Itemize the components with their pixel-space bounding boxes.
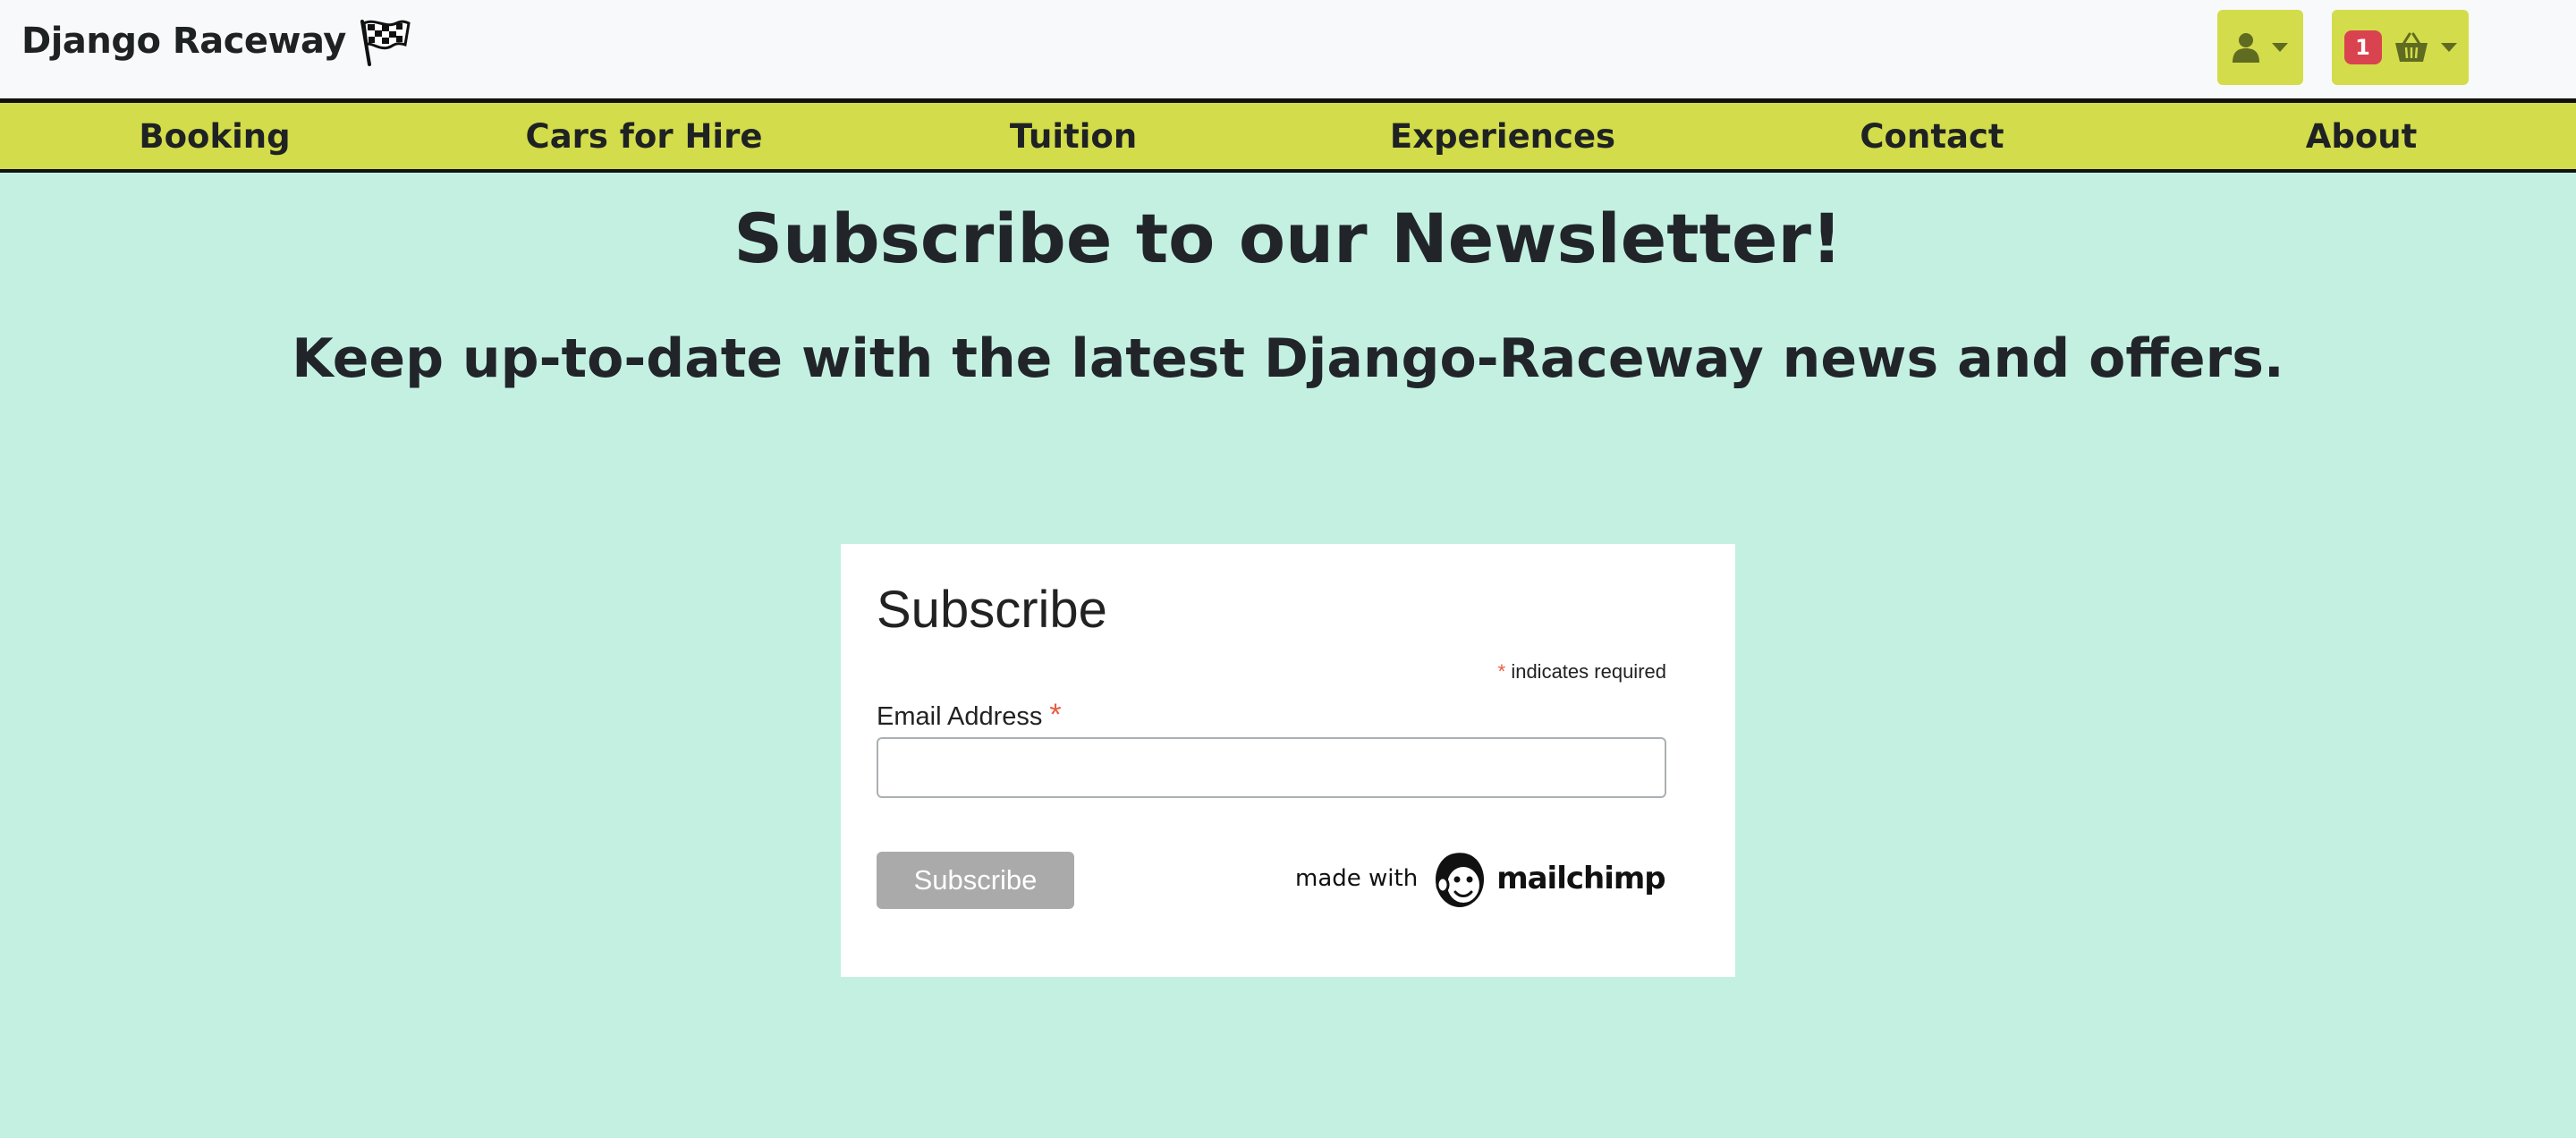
site-header: Django Raceway 1 — [0, 0, 2576, 98]
email-required-asterisk: * — [1049, 698, 1062, 732]
checkered-flag-icon — [360, 20, 411, 66]
nav-item-booking[interactable]: Booking — [139, 103, 290, 169]
required-note-text: indicates required — [1511, 660, 1666, 683]
required-note: * indicates required — [1498, 660, 1666, 684]
user-icon — [2233, 33, 2259, 63]
mailchimp-wordmark: mailchimp — [1496, 861, 1665, 896]
brand-link[interactable]: Django Raceway — [21, 16, 412, 66]
nav-item-experiences[interactable]: Experiences — [1390, 103, 1615, 169]
email-field[interactable] — [877, 737, 1666, 798]
subscribe-button[interactable]: Subscribe — [877, 852, 1074, 909]
brand-name: Django Raceway — [21, 21, 346, 62]
mailchimp-logo-icon — [1436, 850, 1485, 907]
nav-item-cars-for-hire[interactable]: Cars for Hire — [526, 103, 763, 169]
main-nav: Booking Cars for Hire Tuition Experience… — [0, 98, 2576, 173]
newsletter-signup-form: Subscribe * indicates required Email Add… — [841, 544, 1735, 977]
email-label-text: Email Address — [877, 702, 1043, 731]
nav-item-contact[interactable]: Contact — [1860, 103, 2004, 169]
made-with-text: made with — [1295, 865, 1419, 892]
basket-icon — [2394, 32, 2428, 62]
chevron-down-icon — [2440, 43, 2457, 52]
basket-dropdown-button[interactable]: 1 — [2332, 10, 2469, 85]
email-label: Email Address * — [877, 698, 1062, 733]
page-title: Subscribe to our Newsletter! — [733, 199, 1843, 278]
mailchimp-referral-link[interactable]: made with mailchimp — [1295, 843, 1666, 914]
form-title: Subscribe — [877, 581, 1107, 639]
nav-item-about[interactable]: About — [2306, 103, 2418, 169]
basket-count-badge: 1 — [2343, 30, 2382, 64]
page-subtitle: Keep up-to-date with the latest Django-R… — [292, 327, 2284, 390]
nav-item-tuition[interactable]: Tuition — [1010, 103, 1137, 169]
required-asterisk: * — [1497, 660, 1506, 683]
chevron-down-icon — [2272, 43, 2288, 52]
account-dropdown-button[interactable] — [2217, 10, 2303, 85]
